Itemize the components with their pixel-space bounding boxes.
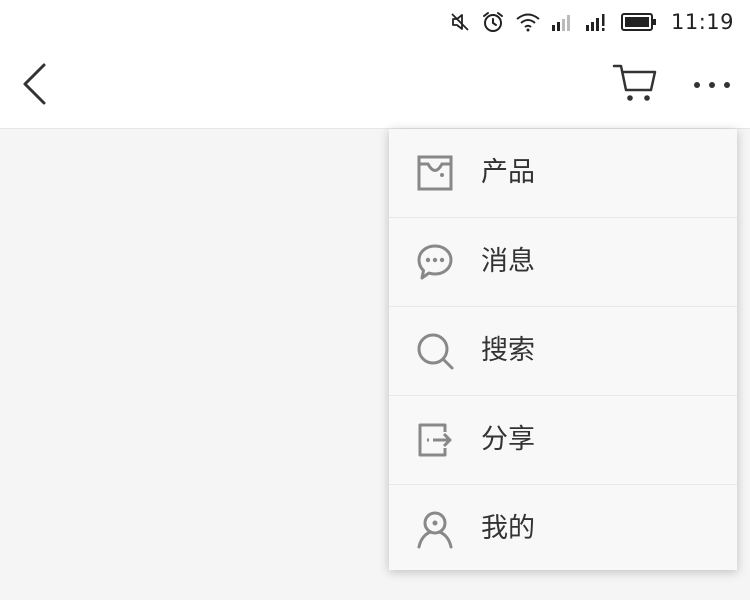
alarm-icon	[481, 10, 505, 34]
menu-item-share[interactable]: 分享	[389, 396, 737, 485]
back-button[interactable]	[14, 62, 54, 110]
signal-icon	[551, 12, 575, 32]
menu-item-product[interactable]: 产品	[389, 129, 737, 218]
wifi-icon	[515, 12, 541, 32]
status-bar: 11:19	[0, 0, 750, 44]
menu-item-label: 搜索	[481, 335, 535, 366]
user-icon	[415, 509, 455, 549]
shopping-bag-icon	[415, 153, 455, 193]
status-icons: 11:19	[449, 8, 734, 36]
more-button[interactable]	[690, 66, 734, 102]
chevron-left-icon	[20, 62, 48, 110]
menu-item-mine[interactable]: 我的	[389, 485, 737, 573]
share-icon	[415, 420, 455, 460]
battery-icon	[620, 12, 657, 32]
menu-item-label: 我的	[481, 513, 535, 544]
chat-bubble-icon	[415, 242, 455, 282]
status-time: 11:19	[670, 10, 734, 34]
more-horizontal-icon	[692, 75, 732, 94]
menu-item-label: 产品	[481, 157, 535, 188]
menu-item-search[interactable]: 搜索	[389, 307, 737, 396]
menu-item-messages[interactable]: 消息	[389, 218, 737, 307]
cart-icon	[610, 64, 658, 112]
signal-icon	[585, 12, 611, 32]
mute-icon	[449, 11, 471, 33]
navigation-bar	[0, 44, 750, 129]
search-icon	[415, 331, 455, 371]
dropdown-menu: 产品 消息 搜索 分享 我的	[389, 129, 737, 570]
cart-button[interactable]	[610, 60, 658, 108]
menu-item-label: 消息	[481, 246, 535, 277]
menu-item-label: 分享	[481, 424, 535, 455]
